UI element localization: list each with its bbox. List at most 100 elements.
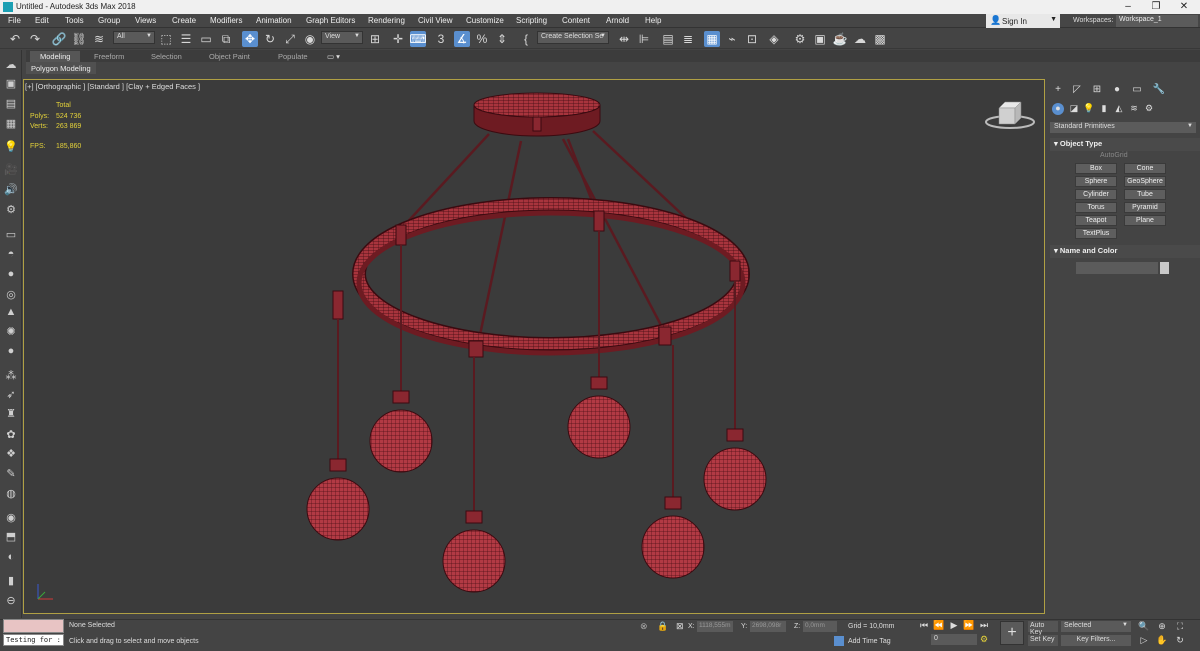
current-frame-input[interactable]: 0 bbox=[931, 634, 977, 645]
select-and-move-icon[interactable]: ✥ bbox=[242, 31, 258, 47]
cameras-icon[interactable]: ▮ bbox=[1098, 103, 1110, 115]
selection-lock-icon[interactable]: 🔒 bbox=[657, 621, 668, 632]
curve-editor-icon[interactable]: ⌁ bbox=[724, 31, 740, 47]
zoom-icon[interactable]: 🔍 bbox=[1138, 621, 1150, 632]
angle-snap-icon[interactable]: ∡ bbox=[454, 31, 470, 47]
object-color-swatch[interactable] bbox=[1160, 262, 1169, 274]
render-in-cloud-icon[interactable]: ☁ bbox=[852, 31, 868, 47]
material-editor-icon[interactable]: ◈ bbox=[766, 31, 782, 47]
menu-arnold[interactable]: Arnold bbox=[606, 16, 629, 25]
menu-file[interactable]: File bbox=[8, 16, 21, 25]
undo-icon[interactable]: ↶ bbox=[7, 31, 23, 47]
play-icon[interactable]: ▶ bbox=[948, 620, 960, 631]
reference-coordinate-select[interactable]: View ▼ bbox=[321, 31, 363, 44]
box-button[interactable]: Box bbox=[1075, 163, 1117, 174]
time-config-icon[interactable]: ⚙ bbox=[980, 634, 988, 645]
menu-create[interactable]: Create bbox=[172, 16, 196, 25]
sphere-button[interactable]: Sphere bbox=[1075, 176, 1117, 187]
modify-tab-icon[interactable]: ◸ bbox=[1070, 84, 1084, 98]
zoom-all-icon[interactable]: ⊕ bbox=[1156, 621, 1168, 632]
sphere-blue-icon[interactable]: ◉ bbox=[4, 510, 18, 524]
hair-icon[interactable]: ✎ bbox=[4, 466, 18, 480]
particle-icon[interactable]: ⁂ bbox=[4, 368, 18, 382]
previous-frame-icon[interactable]: ⏪ bbox=[933, 620, 945, 631]
geosphere-button[interactable]: GeoSphere bbox=[1124, 176, 1166, 187]
viewport-layout-icon[interactable]: ☁ bbox=[4, 57, 18, 71]
named-selection-set-select[interactable]: Create Selection Se ▼ bbox=[537, 31, 609, 44]
go-to-start-icon[interactable]: ⏮ bbox=[918, 620, 930, 631]
menu-rendering[interactable]: Rendering bbox=[368, 16, 405, 25]
create-panel-icon[interactable]: ▣ bbox=[4, 76, 18, 90]
orbit-icon[interactable]: ↻ bbox=[1174, 635, 1186, 646]
cone-button[interactable]: Cone bbox=[1124, 163, 1166, 174]
viewport-label[interactable]: [+] [Orthographic ] [Standard ] [Clay + … bbox=[25, 82, 200, 91]
snaps-toggle-icon[interactable]: 3 bbox=[433, 31, 449, 47]
minimize-button[interactable]: – bbox=[1114, 1, 1142, 12]
plane-button[interactable]: Plane bbox=[1124, 215, 1166, 226]
rendered-frame-window-icon[interactable]: ▣ bbox=[812, 31, 828, 47]
geometry-icon[interactable]: ● bbox=[1052, 103, 1064, 115]
menu-customize[interactable]: Customize bbox=[466, 16, 504, 25]
time-tag-icon[interactable] bbox=[834, 636, 844, 646]
keyboard-shortcut-override-icon[interactable]: ⌨ bbox=[409, 31, 427, 47]
helpers-icon[interactable]: ◭ bbox=[1113, 103, 1125, 115]
field-of-view-icon[interactable]: ▷ bbox=[1138, 635, 1150, 646]
green-shape-icon[interactable]: ❖ bbox=[4, 446, 18, 460]
key-selection-set-select[interactable]: Selected ▼ bbox=[1061, 621, 1131, 632]
maxscript-listener-input[interactable] bbox=[3, 619, 64, 633]
menu-scripting[interactable]: Scripting bbox=[516, 16, 547, 25]
link-icon[interactable]: 🔗 bbox=[51, 31, 67, 47]
menu-civil-view[interactable]: Civil View bbox=[418, 16, 453, 25]
maximize-button[interactable]: ❐ bbox=[1142, 1, 1170, 12]
render-shortcuts-icon[interactable]: ▩ bbox=[872, 31, 888, 47]
pyramid-button[interactable]: Pyramid bbox=[1124, 202, 1166, 213]
modifier-icon[interactable]: ⬒ bbox=[4, 529, 18, 543]
auto-key-button[interactable]: Auto Key bbox=[1028, 621, 1058, 636]
ribbon-options-icon[interactable]: ▭ ▾ bbox=[327, 52, 340, 61]
z-coordinate-input[interactable]: 0,0mm bbox=[803, 621, 837, 632]
menu-edit[interactable]: Edit bbox=[35, 16, 49, 25]
camera-icon[interactable]: 🎥 bbox=[4, 162, 18, 176]
menu-group[interactable]: Group bbox=[98, 16, 120, 25]
primitive-category-select[interactable]: Standard Primitives ▼ bbox=[1050, 122, 1196, 133]
set-keys-button[interactable]: + bbox=[1000, 621, 1024, 645]
menu-graph-editors[interactable]: Graph Editors bbox=[306, 16, 355, 25]
menu-modifiers[interactable]: Modifiers bbox=[210, 16, 242, 25]
create-tab-icon[interactable]: + bbox=[1051, 84, 1065, 98]
chandelier-model[interactable] bbox=[23, 79, 1045, 614]
material-icon[interactable]: ◍ bbox=[4, 486, 18, 500]
rectangular-selection-icon[interactable]: ▭ bbox=[198, 31, 214, 47]
object-name-input[interactable] bbox=[1076, 262, 1158, 274]
spinner-snap-icon[interactable]: ⇕ bbox=[494, 31, 510, 47]
tab-selection[interactable]: Selection bbox=[151, 52, 182, 61]
menu-help[interactable]: Help bbox=[645, 16, 661, 25]
render-production-icon[interactable]: ☕ bbox=[832, 31, 848, 47]
place-icon[interactable]: ◉ bbox=[302, 31, 318, 47]
torus-icon[interactable]: ◎ bbox=[4, 287, 18, 301]
menu-tools[interactable]: Tools bbox=[65, 16, 84, 25]
space-warps-icon[interactable]: ≋ bbox=[1128, 103, 1140, 115]
schematic-view-icon[interactable]: ⊡ bbox=[744, 31, 760, 47]
sign-in-button[interactable]: 👤 Sign In ▼ bbox=[986, 14, 1060, 28]
pivot-center-icon[interactable]: ⊞ bbox=[367, 31, 383, 47]
select-by-name-icon[interactable]: ☰ bbox=[178, 31, 194, 47]
cylinder-button[interactable]: Cylinder bbox=[1075, 189, 1117, 200]
speaker-icon[interactable]: 🔊 bbox=[4, 182, 18, 196]
textplus-button[interactable]: TextPlus bbox=[1075, 228, 1117, 239]
tab-modeling[interactable]: Modeling bbox=[30, 51, 81, 62]
globe-icon[interactable]: ◐ bbox=[4, 550, 18, 564]
maxscript-output[interactable]: Testing for : bbox=[3, 634, 64, 646]
pan-icon[interactable]: ✋ bbox=[1156, 635, 1168, 646]
motion-tab-icon[interactable]: ● bbox=[1110, 84, 1124, 98]
absolute-mode-icon[interactable]: ⊠ bbox=[676, 621, 684, 632]
selection-filter-select[interactable]: All ▼ bbox=[113, 31, 155, 44]
select-and-scale-icon[interactable]: ⤢ bbox=[282, 31, 298, 47]
teapot-button[interactable]: Teapot bbox=[1075, 215, 1117, 226]
layer-explorer-icon[interactable]: ≣ bbox=[680, 31, 696, 47]
bind-space-warp-icon[interactable]: ≋ bbox=[91, 31, 107, 47]
x-coordinate-input[interactable]: 1118,555m bbox=[697, 621, 733, 632]
more-icon[interactable]: ⊖ bbox=[4, 593, 18, 607]
select-object-icon[interactable]: ⬚ bbox=[158, 31, 174, 47]
go-to-end-icon[interactable]: ⏭ bbox=[978, 620, 990, 631]
tube-button[interactable]: Tube bbox=[1124, 189, 1166, 200]
